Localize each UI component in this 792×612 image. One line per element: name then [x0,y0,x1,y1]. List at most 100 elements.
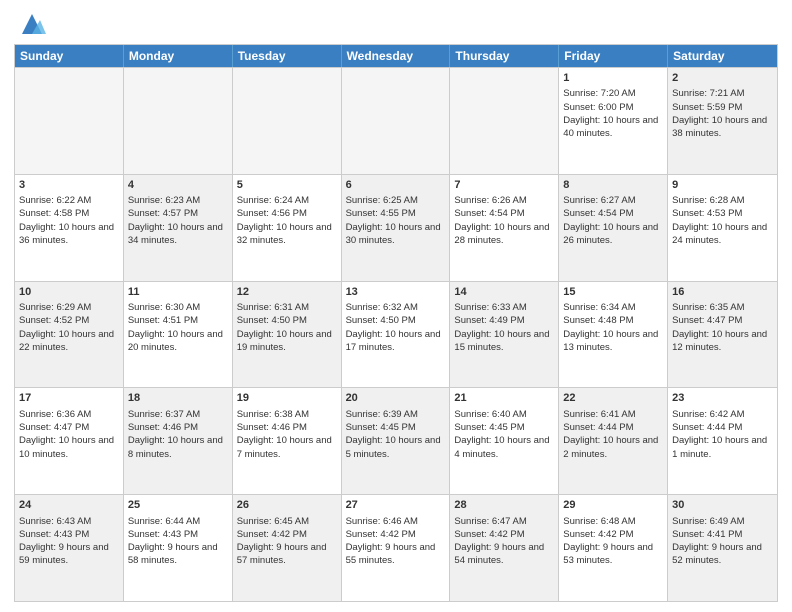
calendar-cell-empty [342,68,451,174]
calendar-cell-day-12: 12 Sunrise: 6:31 AM Sunset: 4:50 PM Dayli… [233,282,342,388]
calendar-row-3: 17 Sunrise: 6:36 AM Sunset: 4:47 PM Dayli… [15,387,777,494]
calendar-cell-empty [124,68,233,174]
calendar-cell-day-9: 9 Sunrise: 6:28 AM Sunset: 4:53 PM Daylig… [668,175,777,281]
calendar-header: SundayMondayTuesdayWednesdayThursdayFrid… [15,45,777,67]
calendar-row-0: 1 Sunrise: 7:20 AM Sunset: 6:00 PM Daylig… [15,67,777,174]
calendar-cell-day-19: 19Sunrise: 6:38 AM Sunset: 4:46 PM Dayli… [233,388,342,494]
day-info: Sunrise: 6:36 AM Sunset: 4:47 PM Dayligh… [19,409,114,460]
calendar-cell-day-25: 25 Sunrise: 6:44 AM Sunset: 4:43 PM Dayli… [124,495,233,601]
day-info: Sunrise: 6:22 AM Sunset: 4:58 PM Dayligh… [19,195,114,246]
weekday-header-thursday: Thursday [450,45,559,67]
calendar-cell-empty [233,68,342,174]
day-number: 12 [237,285,337,300]
day-number: 17 [19,391,119,406]
day-info: Sunrise: 6:33 AM Sunset: 4:49 PM Dayligh… [454,302,549,353]
calendar-cell-day-17: 17 Sunrise: 6:36 AM Sunset: 4:47 PM Dayli… [15,388,124,494]
calendar-cell-day-13: 13Sunrise: 6:32 AM Sunset: 4:50 PM Dayli… [342,282,451,388]
day-info: Sunrise: 6:30 AM Sunset: 4:51 PM Dayligh… [128,302,223,353]
day-number: 6 [346,178,446,193]
weekday-header-sunday: Sunday [15,45,124,67]
calendar-row-2: 10Sunrise: 6:29 AM Sunset: 4:52 PM Dayli… [15,281,777,388]
calendar-cell-day-23: 23 Sunrise: 6:42 AM Sunset: 4:44 PM Dayli… [668,388,777,494]
day-number: 9 [672,178,773,193]
calendar-cell-day-8: 8 Sunrise: 6:27 AM Sunset: 4:54 PM Daylig… [559,175,668,281]
day-info: Sunrise: 6:48 AM Sunset: 4:42 PM Dayligh… [563,516,653,567]
day-number: 21 [454,391,554,406]
day-number: 3 [19,178,119,193]
day-number: 29 [563,498,663,513]
calendar-cell-day-24: 24 Sunrise: 6:43 AM Sunset: 4:43 PM Dayli… [15,495,124,601]
calendar-cell-day-20: 20 Sunrise: 6:39 AM Sunset: 4:45 PM Dayli… [342,388,451,494]
day-info: Sunrise: 6:31 AM Sunset: 4:50 PM Dayligh… [237,302,332,353]
day-number: 19 [237,391,337,406]
day-number: 11 [128,285,228,300]
day-number: 27 [346,498,446,513]
day-info: Sunrise: 6:44 AM Sunset: 4:43 PM Dayligh… [128,516,218,567]
day-info: Sunrise: 6:41 AM Sunset: 4:44 PM Dayligh… [563,409,658,460]
calendar-cell-day-4: 4 Sunrise: 6:23 AM Sunset: 4:57 PM Daylig… [124,175,233,281]
calendar-cell-day-2: 2 Sunrise: 7:21 AM Sunset: 5:59 PM Daylig… [668,68,777,174]
day-info: Sunrise: 6:45 AM Sunset: 4:42 PM Dayligh… [237,516,327,567]
day-info: Sunrise: 6:46 AM Sunset: 4:42 PM Dayligh… [346,516,436,567]
calendar-cell-day-10: 10Sunrise: 6:29 AM Sunset: 4:52 PM Dayli… [15,282,124,388]
day-info: Sunrise: 6:32 AM Sunset: 4:50 PM Dayligh… [346,302,441,353]
day-info: Sunrise: 6:25 AM Sunset: 4:55 PM Dayligh… [346,195,441,246]
calendar-cell-day-27: 27 Sunrise: 6:46 AM Sunset: 4:42 PM Dayli… [342,495,451,601]
day-number: 18 [128,391,228,406]
logo-icon [18,10,46,38]
day-number: 30 [672,498,773,513]
calendar-cell-day-5: 5Sunrise: 6:24 AM Sunset: 4:56 PM Daylig… [233,175,342,281]
day-info: Sunrise: 6:49 AM Sunset: 4:41 PM Dayligh… [672,516,762,567]
calendar: SundayMondayTuesdayWednesdayThursdayFrid… [14,44,778,602]
calendar-cell-empty [450,68,559,174]
calendar-cell-day-6: 6 Sunrise: 6:25 AM Sunset: 4:55 PM Daylig… [342,175,451,281]
calendar-cell-day-7: 7 Sunrise: 6:26 AM Sunset: 4:54 PM Daylig… [450,175,559,281]
weekday-header-saturday: Saturday [668,45,777,67]
day-number: 10 [19,285,119,300]
day-number: 20 [346,391,446,406]
day-info: Sunrise: 6:28 AM Sunset: 4:53 PM Dayligh… [672,195,767,246]
page: SundayMondayTuesdayWednesdayThursdayFrid… [0,0,792,612]
calendar-cell-day-22: 22 Sunrise: 6:41 AM Sunset: 4:44 PM Dayli… [559,388,668,494]
day-number: 1 [563,71,663,86]
calendar-cell-day-18: 18 Sunrise: 6:37 AM Sunset: 4:46 PM Dayli… [124,388,233,494]
day-info: Sunrise: 6:26 AM Sunset: 4:54 PM Dayligh… [454,195,549,246]
day-number: 26 [237,498,337,513]
calendar-cell-day-11: 11 Sunrise: 6:30 AM Sunset: 4:51 PM Dayli… [124,282,233,388]
day-number: 7 [454,178,554,193]
day-number: 4 [128,178,228,193]
day-number: 14 [454,285,554,300]
day-info: Sunrise: 7:20 AM Sunset: 6:00 PM Dayligh… [563,88,658,139]
day-number: 24 [19,498,119,513]
day-info: Sunrise: 6:27 AM Sunset: 4:54 PM Dayligh… [563,195,658,246]
logo [14,10,46,38]
calendar-body: 1 Sunrise: 7:20 AM Sunset: 6:00 PM Daylig… [15,67,777,601]
day-number: 2 [672,71,773,86]
day-info: Sunrise: 6:42 AM Sunset: 4:44 PM Dayligh… [672,409,767,460]
day-number: 28 [454,498,554,513]
day-number: 23 [672,391,773,406]
day-number: 25 [128,498,228,513]
calendar-cell-day-16: 16Sunrise: 6:35 AM Sunset: 4:47 PM Dayli… [668,282,777,388]
calendar-row-1: 3 Sunrise: 6:22 AM Sunset: 4:58 PM Daylig… [15,174,777,281]
day-info: Sunrise: 6:37 AM Sunset: 4:46 PM Dayligh… [128,409,223,460]
calendar-cell-day-26: 26 Sunrise: 6:45 AM Sunset: 4:42 PM Dayli… [233,495,342,601]
day-info: Sunrise: 7:21 AM Sunset: 5:59 PM Dayligh… [672,88,767,139]
calendar-cell-day-14: 14 Sunrise: 6:33 AM Sunset: 4:49 PM Dayli… [450,282,559,388]
day-number: 8 [563,178,663,193]
day-info: Sunrise: 6:39 AM Sunset: 4:45 PM Dayligh… [346,409,441,460]
calendar-cell-day-21: 21 Sunrise: 6:40 AM Sunset: 4:45 PM Dayli… [450,388,559,494]
day-number: 5 [237,178,337,193]
weekday-header-tuesday: Tuesday [233,45,342,67]
day-info: Sunrise: 6:40 AM Sunset: 4:45 PM Dayligh… [454,409,549,460]
header [14,10,778,38]
calendar-cell-day-28: 28Sunrise: 6:47 AM Sunset: 4:42 PM Dayli… [450,495,559,601]
day-number: 22 [563,391,663,406]
day-info: Sunrise: 6:35 AM Sunset: 4:47 PM Dayligh… [672,302,767,353]
day-info: Sunrise: 6:23 AM Sunset: 4:57 PM Dayligh… [128,195,223,246]
weekday-header-monday: Monday [124,45,233,67]
calendar-cell-day-29: 29 Sunrise: 6:48 AM Sunset: 4:42 PM Dayli… [559,495,668,601]
calendar-cell-day-15: 15Sunrise: 6:34 AM Sunset: 4:48 PM Dayli… [559,282,668,388]
day-number: 15 [563,285,663,300]
day-info: Sunrise: 6:43 AM Sunset: 4:43 PM Dayligh… [19,516,109,567]
